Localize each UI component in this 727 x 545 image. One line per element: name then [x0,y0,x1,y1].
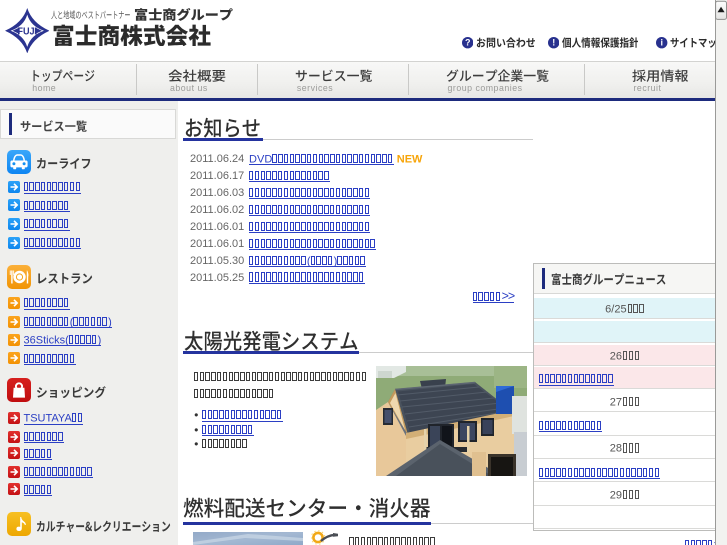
svg-text:!: ! [552,38,555,48]
svg-text:?: ? [465,38,471,48]
svg-text:i: i [661,38,664,48]
svg-text:FUJI: FUJI [17,26,37,37]
